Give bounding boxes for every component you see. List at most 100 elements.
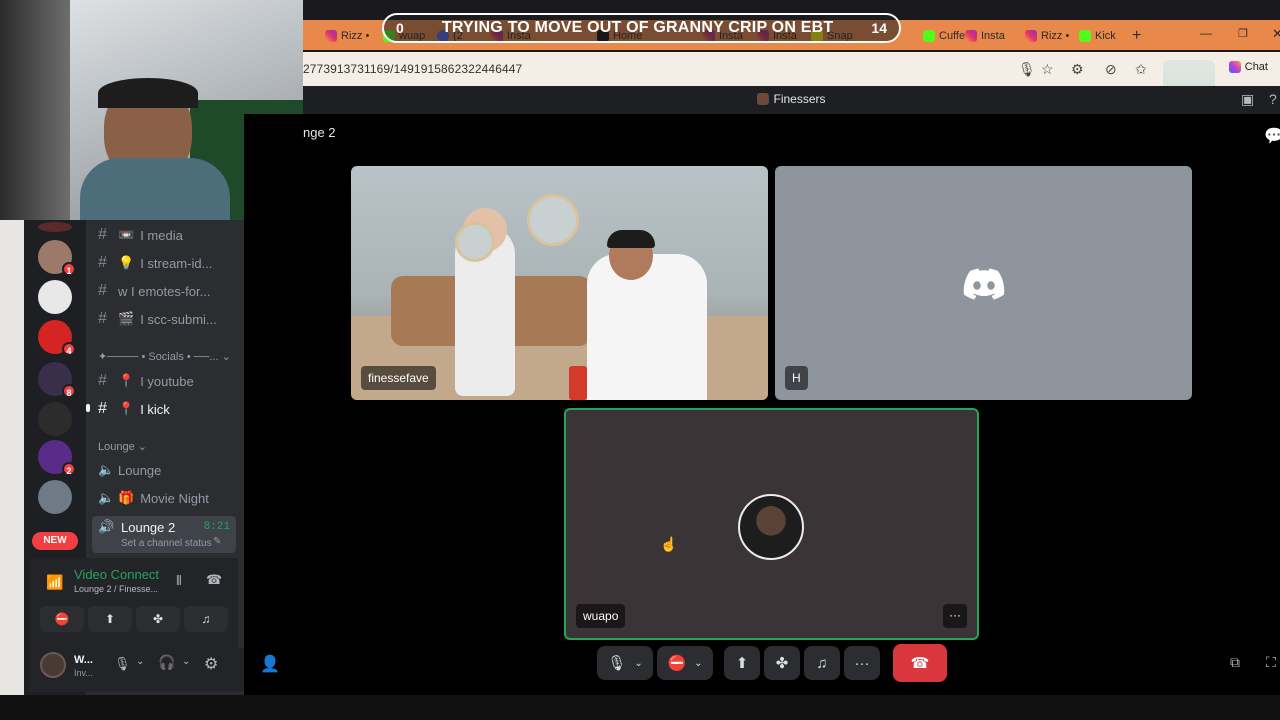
screen-share-button[interactable]: ⬆ [724, 646, 760, 680]
microphone-icon[interactable]: 🎙 [114, 656, 131, 672]
extension-2-icon[interactable]: ⊘ [1105, 61, 1117, 78]
activities-button[interactable]: ✤ [764, 646, 800, 680]
fullscreen-icon[interactable]: ⛶ [1266, 654, 1276, 671]
new-tab-icon[interactable]: + [1132, 27, 1141, 45]
help-icon[interactable]: ? [1269, 91, 1277, 107]
voice-connected-panel: 📶 Video Connect Lounge 2 / Finesse... ⦀ … [30, 558, 238, 652]
noise-suppression-icon[interactable]: ⦀ [176, 573, 182, 589]
user-status: Inv... [74, 668, 93, 678]
channel-stream-ideas[interactable]: # 💡 I stream-id... [98, 254, 212, 272]
goal-title: TRYING TO MOVE OUT OF GRANNY CRIP ON EBT [441, 19, 834, 36]
kick-icon [923, 30, 935, 42]
camera-toggle-button[interactable]: ⛔ [40, 606, 84, 632]
channel-emotes[interactable]: # w I emotes-for... [98, 282, 210, 300]
activities-icon: ✤ [152, 612, 164, 626]
goal-end-number: 14 [871, 20, 887, 36]
channel-label: Movie Night [140, 490, 209, 506]
address-bar[interactable]: 2773913731169/1491915862322446447 🎙 ☆ ⚙ … [303, 52, 1280, 86]
category-label: ✦──── • Socials • ──... [98, 351, 219, 363]
popout-icon[interactable]: ⧉ [1230, 654, 1240, 671]
browser-tab[interactable]: Rizz • [325, 26, 369, 46]
tab-label: Insta [981, 30, 1005, 42]
invite-icon[interactable]: 👤 [260, 654, 280, 674]
user-panel: W... Inv... 🎙 ⌄ 🎧 ⌄ ⚙ [30, 648, 244, 692]
bookmark-star-icon[interactable]: ☆ [1041, 61, 1054, 78]
activities-button[interactable]: ✤ [136, 606, 180, 632]
server-icon[interactable]: 4 [38, 320, 76, 356]
chevron-down-icon[interactable]: ⌄ [136, 656, 144, 667]
category-lounge[interactable]: Lounge ⌄ [98, 440, 147, 453]
server-icon[interactable]: 2 [38, 440, 76, 476]
soundboard-button[interactable]: ♫ [184, 606, 228, 632]
channel-emoji: 🎁 [118, 490, 135, 505]
channel-status[interactable]: Set a channel status [121, 538, 212, 549]
channel-youtube[interactable]: # 📍 I youtube [98, 372, 194, 390]
channel-label: I media [140, 227, 183, 243]
video-tile-wuapo[interactable]: wuapo ··· [564, 408, 979, 640]
signal-icon[interactable]: 📶 [46, 574, 63, 591]
soundboard-icon: ♫ [816, 654, 828, 672]
server-icon [757, 93, 770, 105]
screen-share-button[interactable]: ⬆ [88, 606, 132, 632]
new-badge[interactable]: NEW [32, 532, 78, 550]
server-icon[interactable] [38, 480, 72, 514]
chat-bubble-icon[interactable]: 💬 [1264, 126, 1280, 146]
minimize-icon[interactable]: — [1200, 26, 1212, 40]
browser-tab[interactable]: Rizz • [1025, 26, 1069, 46]
camera-button[interactable]: ⛔ ⌄ [657, 646, 713, 680]
server-icon[interactable] [38, 222, 72, 232]
channel-media[interactable]: # 📼 I media [98, 226, 183, 244]
username[interactable]: W... [74, 654, 93, 666]
url-text[interactable]: 2773913731169/1491915862322446447 [303, 62, 522, 76]
instagram-icon [1025, 30, 1037, 42]
more-button[interactable]: ··· [844, 646, 880, 680]
headphones-icon[interactable]: 🎧 [158, 654, 175, 671]
voice-status-subtitle[interactable]: Lounge 2 / Finesse... [74, 584, 158, 594]
more-options-icon[interactable]: ··· [943, 604, 967, 628]
soundboard-button[interactable]: ♫ [804, 646, 840, 680]
server-icon[interactable] [38, 402, 72, 436]
settings-gear-icon[interactable]: ⚙ [204, 654, 218, 674]
browser-tab[interactable]: Insta [965, 26, 1005, 46]
video-tile-finessefave[interactable]: finessefave [351, 166, 768, 400]
chevron-down-icon[interactable]: ⌄ [694, 658, 702, 669]
mute-button[interactable]: 🎙 ⌄ [597, 646, 653, 680]
channel-emoji: 📼 [118, 227, 135, 242]
chevron-down-icon[interactable]: ⌄ [182, 656, 190, 667]
browser-tab[interactable]: Cuffe [923, 26, 965, 46]
browser-tab[interactable]: Kick [1079, 26, 1116, 46]
disconnect-icon[interactable]: ☎ [206, 572, 222, 588]
voice-channel-movie-night[interactable]: 🔈 🎁 Movie Night [98, 490, 209, 506]
server-icon[interactable]: 1 [38, 240, 76, 276]
speaker-icon: 🔈 [98, 462, 115, 477]
channel-kick[interactable]: # 📍 I kick [98, 400, 170, 418]
inbox-icon[interactable]: ▣ [1241, 91, 1254, 108]
discord-logo-icon [963, 268, 1005, 300]
category-socials[interactable]: ✦──── • Socials • ──... ⌄ [98, 350, 231, 363]
extension-icon[interactable]: ⚙ [1071, 61, 1084, 78]
voice-channel-lounge-2[interactable]: 🔊 Lounge 2 8:21 Set a channel status ✎ [92, 516, 236, 553]
chevron-down-icon: ⌄ [137, 441, 147, 453]
hash-icon: # [98, 226, 107, 243]
activities-icon: ✤ [775, 655, 789, 672]
disconnect-button[interactable]: ☎ [893, 644, 947, 682]
close-window-icon[interactable]: ✕ [1272, 26, 1280, 42]
tile-name-label: finessefave [361, 366, 436, 390]
chevron-down-icon[interactable]: ⌄ [634, 658, 642, 669]
copilot-chat-button[interactable]: Chat [1228, 61, 1268, 73]
channel-emoji: 📍 [118, 401, 135, 416]
favorites-icon[interactable]: ✩ [1135, 61, 1147, 78]
pencil-icon[interactable]: ✎ [213, 536, 221, 547]
server-icon[interactable]: 8 [38, 362, 76, 398]
tab-label: Cuffe [939, 30, 966, 42]
channel-label: I kick [140, 401, 170, 417]
voice-channel-lounge[interactable]: 🔈 Lounge [98, 462, 161, 478]
avatar[interactable] [40, 652, 66, 678]
voice-status-title[interactable]: Video Connect [74, 567, 164, 582]
restore-icon[interactable]: ❐ [1238, 27, 1248, 40]
video-tile-h[interactable]: H [775, 166, 1192, 400]
channel-scc-submissions[interactable]: # 🎬 I scc-submi... [98, 310, 217, 328]
tab-label: Rizz • [341, 30, 370, 42]
mic-icon[interactable]: 🎙 [1018, 61, 1036, 78]
server-icon[interactable] [38, 280, 72, 314]
